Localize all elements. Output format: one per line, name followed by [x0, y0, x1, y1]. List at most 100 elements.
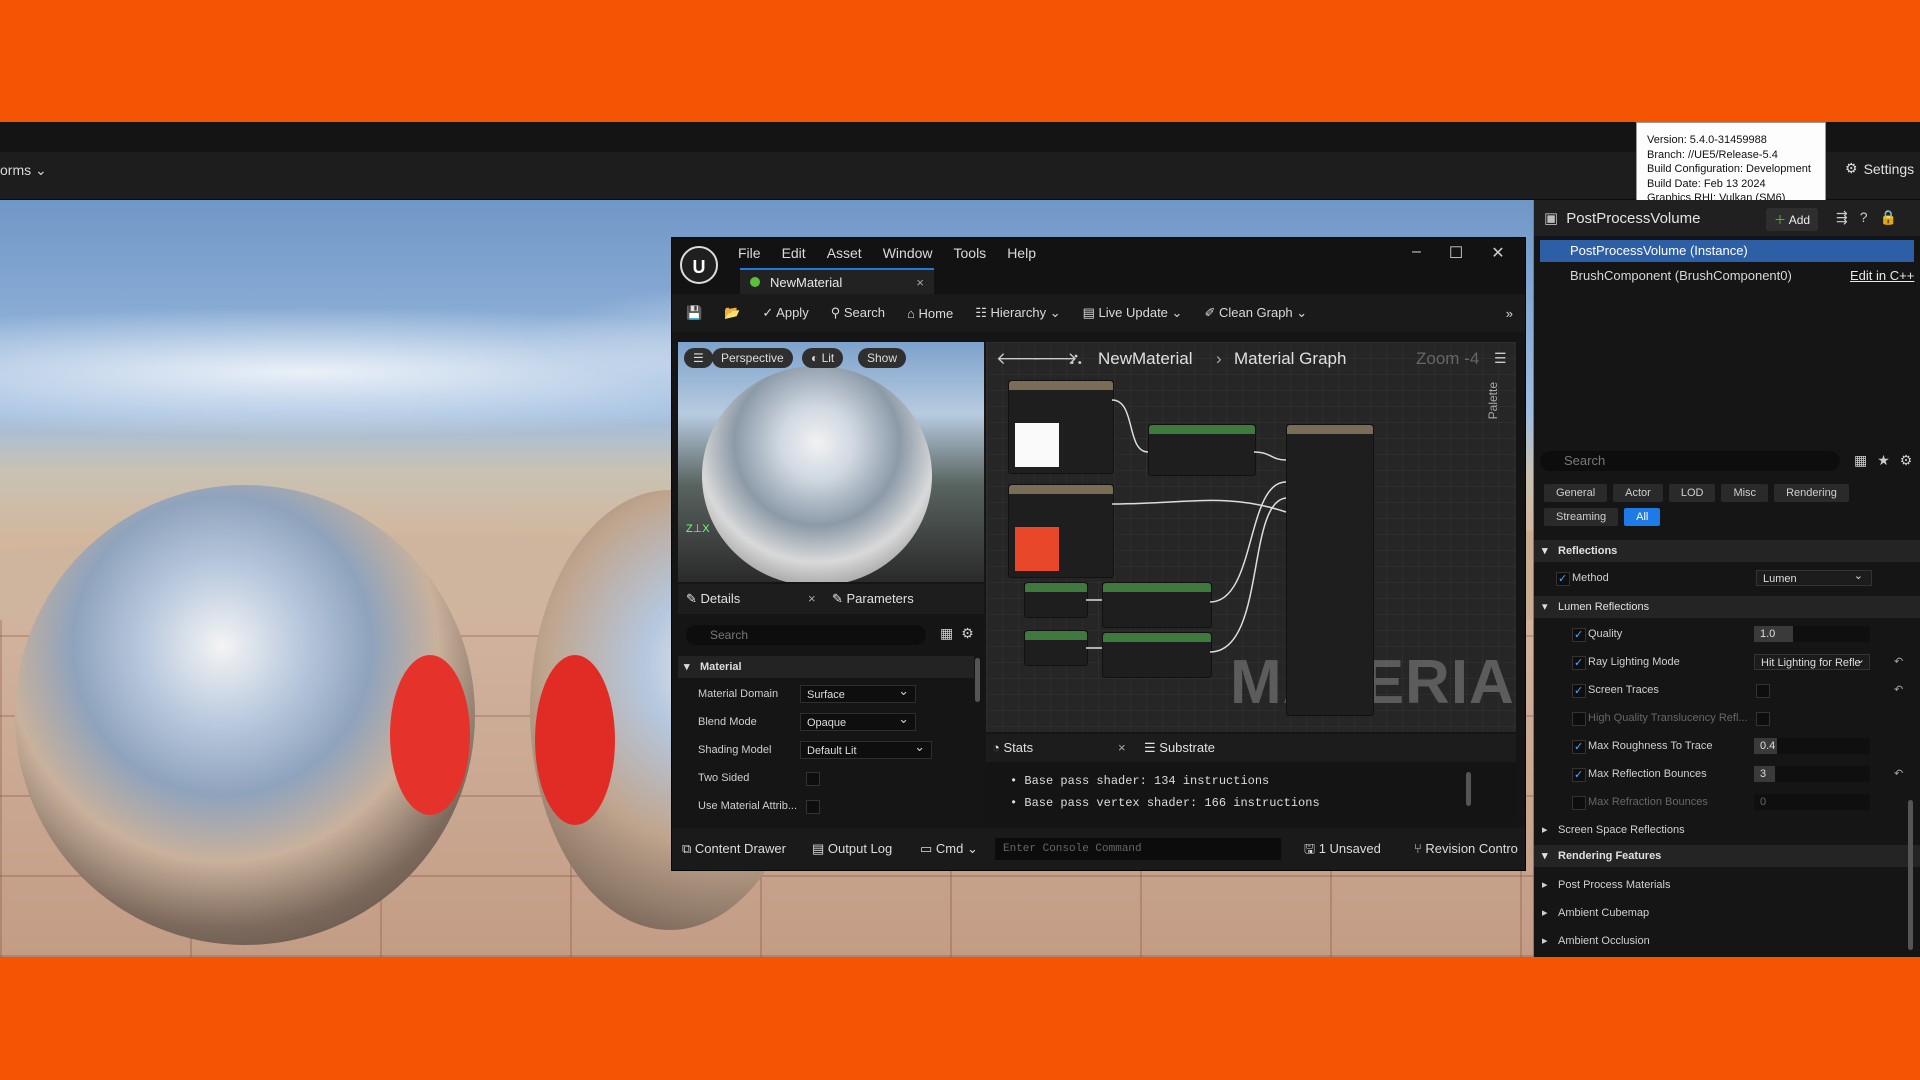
row-use-material-attributes: Use Material Attrib... — [678, 792, 974, 820]
table-icon[interactable]: ▦ — [1854, 452, 1867, 469]
search-button[interactable]: ⚲ Search — [831, 305, 885, 321]
save-icon[interactable]: 💾 — [686, 305, 702, 321]
menu-help[interactable]: Help — [1007, 245, 1036, 261]
apply-button[interactable]: ✓ Apply — [762, 305, 808, 321]
close-tab-icon[interactable]: × — [916, 270, 924, 296]
details-search-input[interactable]: Search — [1540, 451, 1840, 471]
substrate-tab[interactable]: ☰ Substrate — [1144, 734, 1215, 762]
method-checkbox[interactable] — [1556, 566, 1570, 592]
settings-icon[interactable]: ⚙ — [961, 625, 974, 642]
menu-file[interactable]: File — [738, 245, 761, 261]
clean-graph-button[interactable]: ✐ Clean Graph ⌄ — [1204, 305, 1307, 321]
details-scrollbar[interactable] — [1908, 800, 1913, 950]
edit-in-cpp-link[interactable]: Edit in C++ — [1850, 268, 1914, 283]
minimize-icon[interactable]: – — [1412, 243, 1421, 263]
tab-lod[interactable]: LOD — [1668, 484, 1716, 502]
menu-tools[interactable]: Tools — [954, 245, 987, 261]
platforms-menu[interactable]: orms ⌄ — [0, 162, 47, 179]
stats-scrollbar[interactable] — [1466, 772, 1471, 806]
method-dropdown[interactable]: Lumen ⌄ — [1756, 570, 1872, 586]
filter-tabs: General Actor LOD Misc Rendering Streami… — [1544, 484, 1864, 526]
section-reflections[interactable]: ▾ Reflections — [1534, 540, 1920, 562]
tab-rendering[interactable]: Rendering — [1774, 484, 1849, 502]
add-component-button[interactable]: ＋ Add — [1766, 208, 1819, 231]
home-button[interactable]: ⌂ Home — [907, 306, 953, 321]
material-domain-dropdown[interactable]: Surface — [800, 682, 916, 703]
browse-icon[interactable]: 📂 — [724, 305, 740, 321]
section-material[interactable]: ▾ Material — [678, 656, 974, 678]
preview-menu-icon[interactable]: ☰ — [684, 348, 713, 368]
material-details-search[interactable]: Search — [686, 625, 926, 645]
two-sided-checkbox[interactable] — [806, 772, 820, 786]
max-refraction-bounces-slider[interactable]: 0 — [1754, 794, 1870, 810]
settings-icon[interactable]: ⚙ — [1900, 452, 1913, 469]
reset-icon[interactable]: ↶ — [1894, 761, 1903, 787]
maximize-icon[interactable]: ☐ — [1449, 243, 1463, 263]
document-tab[interactable]: NewMaterial × — [740, 268, 934, 294]
max-reflection-bounces-checkbox[interactable] — [1572, 762, 1586, 788]
content-drawer-button[interactable]: ⧉ Content Drawer — [682, 828, 786, 870]
star-icon[interactable]: ★ — [1877, 452, 1890, 469]
material-graph[interactable]: 🡐 🡒 ⛬ NewMaterial › Material Graph Zoom … — [986, 342, 1516, 732]
section-lumen-reflections[interactable]: ▾ Lumen Reflections — [1534, 596, 1920, 618]
material-icon — [750, 277, 760, 287]
unsaved-button[interactable]: 🖫 1 Unsaved — [1304, 828, 1381, 870]
hq-translucency-checkbox[interactable] — [1572, 712, 1586, 726]
close-details-icon[interactable]: × — [808, 584, 816, 614]
table-icon[interactable]: ▦ — [940, 625, 953, 642]
tree-post-process-materials[interactable]: ▸ Post Process Materials — [1534, 872, 1920, 898]
menu-edit[interactable]: Edit — [782, 245, 806, 261]
section-rendering-features[interactable]: ▾ Rendering Features — [1534, 845, 1920, 867]
console-input[interactable]: Enter Console Command — [995, 838, 1281, 860]
cmd-dropdown[interactable]: ▭ Cmd ⌄ — [920, 828, 978, 870]
menu-asset[interactable]: Asset — [827, 245, 862, 261]
blend-mode-dropdown[interactable]: Opaque — [800, 710, 916, 731]
tab-actor[interactable]: Actor — [1613, 484, 1663, 502]
max-refraction-bounces-checkbox[interactable] — [1572, 796, 1586, 810]
tree-screen-space-reflections[interactable]: ▸ Screen Space Reflections — [1534, 817, 1920, 843]
stats-tab[interactable]: ◔ Stats — [992, 734, 1033, 762]
reset-icon[interactable]: ↶ — [1894, 677, 1903, 703]
hq-translucency-value-checkbox[interactable] — [1756, 712, 1770, 726]
instance-row[interactable]: PostProcessVolume (Instance) — [1540, 240, 1914, 262]
help-icon[interactable]: ? — [1860, 209, 1868, 226]
details-scrollbar[interactable] — [975, 658, 980, 702]
parameters-tab[interactable]: ✎ Parameters — [832, 584, 914, 614]
tab-misc[interactable]: Misc — [1721, 484, 1769, 502]
component-row[interactable]: BrushComponent (BrushComponent0) — [1570, 268, 1792, 283]
screen-traces-value-checkbox[interactable] — [1756, 684, 1770, 698]
max-roughness-slider[interactable]: 0.4 — [1754, 738, 1870, 754]
lock-icon[interactable]: 🔒 — [1880, 209, 1897, 226]
reset-icon[interactable]: ↶ — [1894, 649, 1903, 675]
tab-all[interactable]: All — [1624, 508, 1661, 526]
screen-traces-enable-checkbox[interactable] — [1572, 678, 1586, 704]
tab-general[interactable]: General — [1544, 484, 1608, 502]
tree-ambient-cubemap[interactable]: ▸ Ambient Cubemap — [1534, 900, 1920, 926]
lit-button[interactable]: ◐ Lit — [802, 348, 844, 368]
menu-window[interactable]: Window — [883, 245, 933, 261]
quality-checkbox[interactable] — [1572, 622, 1586, 648]
ray-lighting-dropdown[interactable]: Hit Lighting for Refle ⌄ — [1754, 654, 1870, 670]
material-preview-viewport[interactable]: ☰ Perspective ◐ Lit Show Z⊥X — [678, 342, 984, 582]
live-update-button[interactable]: ▤ Live Update ⌄ — [1083, 305, 1183, 321]
unreal-logo-icon[interactable]: U — [680, 246, 718, 284]
perspective-button[interactable]: Perspective — [712, 348, 793, 368]
close-stats-icon[interactable]: × — [1118, 734, 1126, 762]
hierarchy-button[interactable]: ☷ Hierarchy ⌄ — [975, 305, 1060, 321]
tree-ambient-occlusion[interactable]: ▸ Ambient Occlusion — [1534, 928, 1920, 954]
tab-streaming[interactable]: Streaming — [1544, 508, 1619, 526]
max-reflection-bounces-slider[interactable]: 3 — [1754, 766, 1870, 782]
max-roughness-checkbox[interactable] — [1572, 734, 1586, 760]
details-tab[interactable]: ✎ Details — [686, 584, 740, 614]
quality-slider[interactable]: 1.0 — [1754, 626, 1870, 642]
show-button[interactable]: Show — [858, 348, 907, 368]
ray-lighting-checkbox[interactable] — [1572, 650, 1586, 676]
close-icon[interactable]: ✕ — [1491, 243, 1504, 263]
expand-icon[interactable]: » — [1506, 306, 1513, 321]
settings-button[interactable]: ⚙ Settings — [1845, 160, 1914, 177]
use-material-attributes-checkbox[interactable] — [806, 800, 820, 814]
revision-control-button[interactable]: ⑂ Revision Contro — [1414, 828, 1518, 870]
blueprint-icon[interactable]: ⇶ — [1836, 209, 1848, 226]
output-log-button[interactable]: ▤ Output Log — [812, 828, 892, 870]
shading-model-dropdown[interactable]: Default Lit — [800, 738, 932, 759]
